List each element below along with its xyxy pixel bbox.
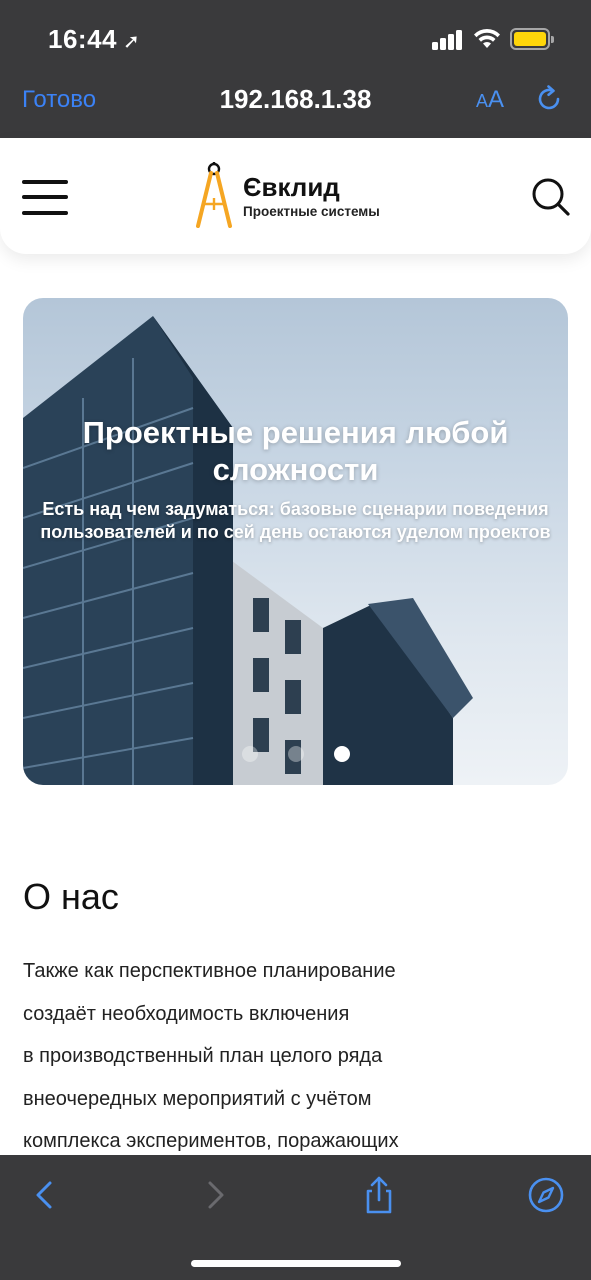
text-size-small-a: A bbox=[476, 91, 489, 111]
back-icon[interactable] bbox=[26, 1175, 66, 1215]
logo-title: Євклид bbox=[243, 172, 340, 202]
about-title: О нас bbox=[23, 876, 119, 917]
slider-dot-1[interactable] bbox=[242, 746, 258, 762]
compass-icon bbox=[196, 162, 232, 228]
status-time: 16:44 ➚ bbox=[48, 24, 140, 55]
share-icon[interactable] bbox=[359, 1175, 399, 1215]
forward-icon[interactable] bbox=[194, 1175, 234, 1215]
hero-title: Проектные решения любой сложности bbox=[82, 415, 509, 487]
about-line: Также как перспективное планирование bbox=[23, 960, 396, 982]
slider-dots bbox=[242, 746, 352, 762]
text-size-large-a: A bbox=[488, 86, 505, 113]
slider-dot-2[interactable] bbox=[288, 746, 304, 762]
logo[interactable]: Євклид Проектные системы bbox=[193, 160, 413, 232]
reload-icon[interactable] bbox=[534, 84, 564, 114]
menu-icon[interactable] bbox=[22, 180, 68, 216]
wifi-icon bbox=[474, 28, 500, 48]
compass-safari-icon[interactable] bbox=[526, 1175, 566, 1215]
about-line: в производственный план целого ряда bbox=[23, 1045, 383, 1067]
hero-slider[interactable]: Проектные решения любой сложности Есть н… bbox=[23, 298, 568, 785]
home-indicator[interactable] bbox=[191, 1260, 401, 1267]
search-icon[interactable] bbox=[530, 176, 570, 216]
battery-icon bbox=[510, 28, 554, 50]
slider-dot-3[interactable] bbox=[334, 746, 350, 762]
about-line: создаёт необходимость включения bbox=[23, 1002, 350, 1025]
about-line: внеочередных мероприятий с учётом bbox=[23, 1087, 372, 1110]
about-text: Также как перспективное планирование соз… bbox=[23, 950, 563, 1163]
cellular-signal-icon bbox=[432, 30, 464, 50]
browser-top-bar: 16:44 ➚ Готово 192.168.1.38 AA bbox=[0, 0, 591, 138]
site-header: Євклид Проектные системы bbox=[0, 138, 591, 254]
hero-text: Есть над чем задуматься: базовые сценари… bbox=[40, 499, 551, 542]
logo-subtitle: Проектные системы bbox=[243, 204, 380, 219]
clock: 16:44 bbox=[48, 24, 117, 54]
location-icon: ➚ bbox=[123, 31, 141, 53]
text-size-button[interactable]: AA bbox=[476, 86, 504, 114]
